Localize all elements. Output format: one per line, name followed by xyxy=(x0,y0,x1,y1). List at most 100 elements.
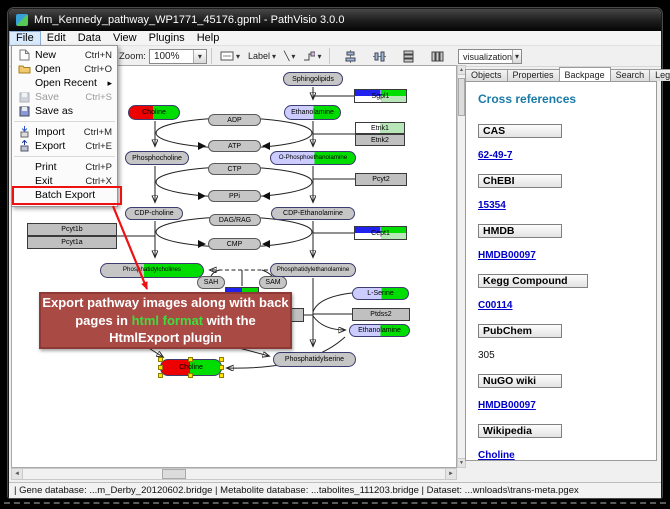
menu-item-export[interactable]: Export Ctrl+E xyxy=(12,139,117,153)
label-tool-button[interactable]: Label ▾ xyxy=(244,48,280,65)
wikipedia-link[interactable]: Choline xyxy=(478,450,515,461)
node-sah[interactable]: SAH xyxy=(197,276,225,289)
node-o-phosphoethanolamine[interactable]: O-Phosphoethanolamine xyxy=(270,151,356,165)
node-adp[interactable]: ADP xyxy=(208,114,261,126)
chevron-down-icon[interactable]: ▾ xyxy=(317,52,321,61)
align-center-x-button[interactable] xyxy=(340,48,361,65)
node-choline-top[interactable]: Choline xyxy=(128,105,180,120)
menu-plugins[interactable]: Plugins xyxy=(143,31,191,46)
node-cdp-ethanolamine[interactable]: CDP-Ethanolamine xyxy=(271,207,355,220)
menu-item-import[interactable]: Import Ctrl+M xyxy=(12,125,117,139)
bp-section-kegg: Kegg Compound C00114 xyxy=(478,274,644,324)
chevron-down-icon[interactable]: ▾ xyxy=(193,50,206,63)
vertical-scroll-thumb[interactable] xyxy=(458,78,465,116)
app-window: Mm_Kennedy_pathway_WP1771_45176.gpml - P… xyxy=(8,8,662,498)
window-title: Mm_Kennedy_pathway_WP1771_45176.gpml - P… xyxy=(34,14,344,26)
menu-item-save-as[interactable]: Save as xyxy=(12,104,117,118)
menu-view[interactable]: View xyxy=(107,31,143,46)
menu-shortcut: Ctrl+M xyxy=(84,127,112,138)
node-pcyt2[interactable]: Pcyt2 xyxy=(355,173,407,186)
node-sam[interactable]: SAM xyxy=(259,276,287,289)
menu-item-save[interactable]: Save Ctrl+S xyxy=(12,90,117,104)
node-sgpl1[interactable]: Sgpl1 xyxy=(354,89,407,103)
node-phosphatidylethanolamine[interactable]: Phosphatidylethanolamine xyxy=(270,263,356,277)
node-ptdss2[interactable]: Ptdss2 xyxy=(352,308,410,321)
cas-link[interactable]: 62-49-7 xyxy=(478,150,512,161)
background-divider xyxy=(4,502,666,504)
side-panel-tabs: Objects Properties Backpage Search Legen… xyxy=(465,67,659,81)
menu-item-batch-export[interactable]: Batch Export xyxy=(12,188,117,202)
node-atp[interactable]: ATP xyxy=(208,140,261,152)
align-center-y-button[interactable] xyxy=(369,48,390,65)
save-as-icon xyxy=(15,106,33,117)
node-pcyt1b[interactable]: Pcyt1b xyxy=(27,223,117,236)
zoom-value: 100% xyxy=(154,51,180,62)
tab-backpage[interactable]: Backpage xyxy=(559,67,611,81)
node-sphingolipids[interactable]: Sphingolipids xyxy=(283,72,343,86)
node-cdp-choline[interactable]: CDP-choline xyxy=(125,207,183,220)
save-icon xyxy=(15,92,33,103)
menu-item-exit[interactable]: Exit Ctrl+X xyxy=(12,174,117,188)
tab-objects[interactable]: Objects xyxy=(465,69,508,81)
annotation-line3: HtmlExport plugin xyxy=(41,329,290,347)
align-center-x-icon xyxy=(344,50,357,63)
export-icon xyxy=(15,140,33,152)
stack-horizontal-button[interactable] xyxy=(427,48,448,65)
node-dag-rag[interactable]: DAG/RAG xyxy=(209,214,261,226)
canvas-horizontal-scrollbar[interactable]: ◄ ► xyxy=(11,468,457,480)
scroll-up-icon[interactable]: ▲ xyxy=(458,66,465,75)
node-cept1[interactable]: Cept1 xyxy=(354,226,407,240)
kegg-link[interactable]: C00114 xyxy=(478,300,512,311)
menu-item-label: New xyxy=(33,49,85,61)
nugo-link[interactable]: HMDB00097 xyxy=(478,400,536,411)
chevron-down-icon[interactable]: ▾ xyxy=(236,52,240,61)
menu-item-open-recent[interactable]: Open Recent ▸ xyxy=(12,76,117,90)
horizontal-scroll-thumb[interactable] xyxy=(162,469,186,479)
menu-item-label: Import xyxy=(33,126,84,138)
menu-shortcut: Ctrl+X xyxy=(85,176,112,187)
node-phosphocholine[interactable]: Phosphocholine xyxy=(125,151,189,165)
visualization-combobox[interactable]: visualization ▾ xyxy=(458,49,522,64)
node-phosphatidylserine[interactable]: Phosphatidylserine xyxy=(273,352,356,367)
tab-properties[interactable]: Properties xyxy=(507,69,560,81)
menu-item-label: Open xyxy=(33,63,84,75)
node-ethanolamine-bottom[interactable]: Ethanolamine xyxy=(349,324,410,337)
menu-item-open[interactable]: Open Ctrl+O xyxy=(12,62,117,76)
scroll-right-icon[interactable]: ► xyxy=(445,469,456,479)
hmdb-link[interactable]: HMDB00097 xyxy=(478,250,536,261)
node-etnk1[interactable]: Etnk1 xyxy=(355,122,405,134)
node-pcyt1a[interactable]: Pcyt1a xyxy=(27,236,117,249)
menu-help[interactable]: Help xyxy=(191,31,226,46)
menu-item-label: Export xyxy=(33,140,85,152)
datanode-tool-button[interactable]: ▾ xyxy=(216,48,244,65)
tab-search[interactable]: Search xyxy=(610,69,651,81)
menu-item-print[interactable]: Print Ctrl+P xyxy=(12,160,117,174)
chevron-down-icon[interactable]: ▾ xyxy=(272,52,276,61)
menu-item-new[interactable]: New Ctrl+N xyxy=(12,48,117,62)
chevron-down-icon[interactable]: ▾ xyxy=(512,50,521,63)
menu-file[interactable]: File xyxy=(9,31,41,46)
scroll-left-icon[interactable]: ◄ xyxy=(12,469,23,479)
connector-tool-button[interactable]: ▾ xyxy=(299,48,325,65)
toolbar-separator xyxy=(329,48,330,64)
chevron-down-icon[interactable]: ▾ xyxy=(291,52,295,61)
title-bar[interactable]: Mm_Kennedy_pathway_WP1771_45176.gpml - P… xyxy=(9,9,661,31)
node-etnk2[interactable]: Etnk2 xyxy=(355,134,405,146)
stack-vertical-button[interactable] xyxy=(398,48,419,65)
node-ctp[interactable]: CTP xyxy=(208,163,261,175)
status-bar: | Gene database: ...m_Derby_20120602.bri… xyxy=(9,482,661,498)
menu-edit[interactable]: Edit xyxy=(41,31,72,46)
node-choline-selected[interactable]: Choline xyxy=(160,359,222,376)
node-l-serine[interactable]: L-Serine xyxy=(352,287,409,300)
tab-legend[interactable]: Legend xyxy=(649,69,670,81)
node-phosphatidylcholines[interactable]: Phosphatidylcholines xyxy=(100,263,204,278)
node-cmp[interactable]: CMP xyxy=(208,238,261,250)
menu-data[interactable]: Data xyxy=(72,31,107,46)
node-ethanolamine-top[interactable]: Ethanolamine xyxy=(284,105,341,120)
line-tool-button[interactable]: ╲ ▾ xyxy=(280,48,299,65)
scroll-down-icon[interactable]: ▼ xyxy=(458,458,465,467)
menu-item-label: Exit xyxy=(33,175,85,187)
chebi-link[interactable]: 15354 xyxy=(478,200,506,211)
node-ppi[interactable]: PPi xyxy=(208,190,261,202)
zoom-combobox[interactable]: 100% ▾ xyxy=(149,49,207,64)
